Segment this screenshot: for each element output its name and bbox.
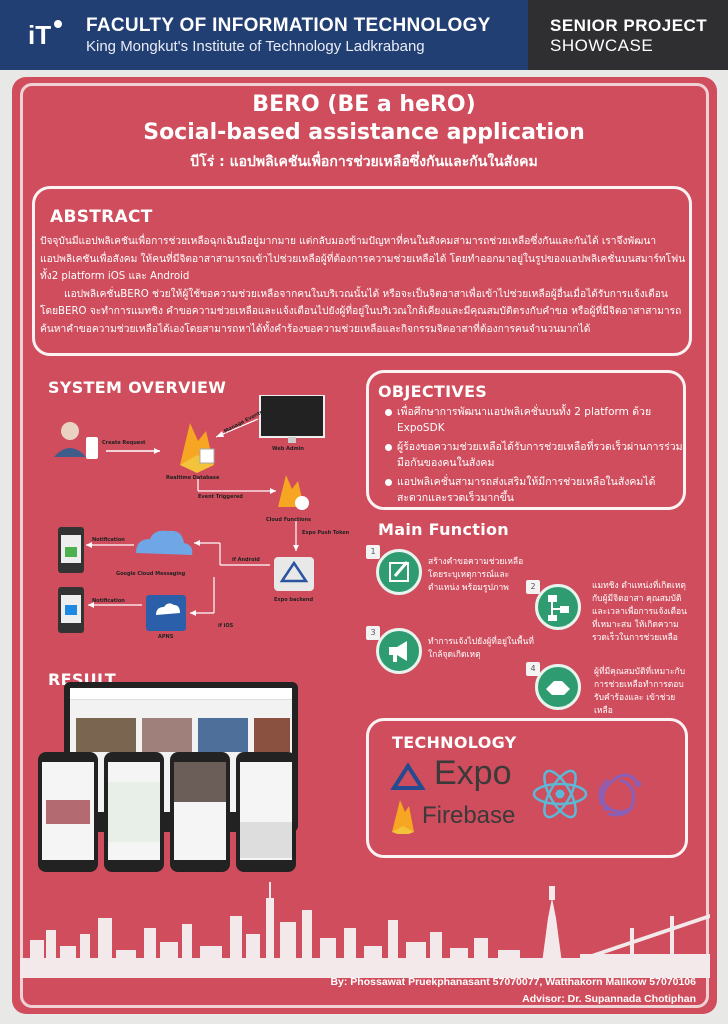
function-text-3: ทำการแจ้งไปยังผู้ที่อยู่ในพื้นที่ใกล้จุด… [428, 637, 534, 660]
it-logo: iT [26, 14, 72, 56]
flowchart-icon [535, 584, 581, 630]
result-screenshots [34, 680, 334, 875]
objectives-list: เพื่อศึกษาการพัฒนาแอปพลิเคชั่นบนทั้ง 2 p… [383, 404, 683, 509]
label-expo-push: Expo Push Token [302, 530, 350, 536]
label-if-android: if Android [232, 557, 260, 563]
label-expo-backend: Expo backend [274, 597, 314, 603]
abstract-body: ปัจจุบันมีแอปพลิเคชันเพื่อการช่วยเหลือฉุ… [40, 233, 690, 338]
project-subtitle: Social-based assistance application [143, 120, 585, 145]
phone-screen-4 [236, 752, 296, 872]
objectives-heading: OBJECTIVES [378, 382, 488, 401]
showcase-line1: SENIOR PROJECT [550, 16, 708, 35]
objective-item: เพื่อศึกษาการพัฒนาแอปพลิเคชั่นบนทั้ง 2 p… [383, 404, 683, 436]
expo-logo: Expo [390, 754, 520, 796]
function-number-3: 3 [366, 626, 380, 640]
main-function-heading: Main Function [378, 520, 509, 539]
system-diagram: Create Request Realtime Database Web Adm… [40, 394, 360, 645]
function-number-1: 1 [366, 545, 380, 559]
label-web-admin: Web Admin [272, 446, 304, 452]
label-notification-1: Notification [92, 537, 125, 543]
label-if-ios: if iOS [218, 623, 234, 629]
react-icon [530, 766, 590, 822]
abstract-heading: ABSTRACT [50, 207, 153, 227]
city-skyline [20, 858, 710, 978]
showcase-line2: SHOWCASE [550, 36, 654, 55]
phone-screen-2 [104, 752, 164, 872]
showcase-banner: SENIOR PROJECT SHOWCASE [528, 0, 728, 70]
technology-heading: TECHNOLOGY [392, 733, 517, 752]
edit-icon [376, 549, 422, 595]
phone-screen-1 [38, 752, 98, 872]
handshake-icon [535, 664, 581, 710]
phone-screen-3 [170, 752, 230, 872]
project-title: BERO (BE a heRO) [252, 92, 476, 117]
faculty-name: FACULTY OF INFORMATION TECHNOLOGY [86, 15, 491, 36]
megaphone-icon [376, 628, 422, 674]
firebase-logo: Firebase [390, 798, 530, 838]
advisor: Advisor: Dr. Supannada Chotiphan [522, 993, 696, 1005]
firebase-label: Firebase [422, 802, 516, 829]
label-event-triggered: Event Triggered [198, 494, 243, 500]
label-create-request: Create Request [102, 440, 146, 446]
faculty-banner: iT FACULTY OF INFORMATION TECHNOLOGY Kin… [0, 0, 528, 70]
authors: By: Phossawat Pruekphanasant 57070077, W… [330, 976, 696, 988]
label-realtime-db: Realtime Database [166, 475, 220, 481]
abstract-para2: แอปพลิเคชั่นBERO ช่วยให้ผู้ใช้ขอความช่วย… [40, 288, 682, 335]
objective-item: ผู้ร้องขอความช่วยเหลือได้รับการช่วยเหลือ… [383, 439, 683, 471]
label-cloud-functions: Cloud Functions [266, 517, 312, 523]
expo-label: Expo [434, 754, 512, 792]
redux-icon [590, 768, 646, 822]
label-apns: APNS [158, 634, 174, 640]
abstract-para1: ปัจจุบันมีแอปพลิเคชันเพื่อการช่วยเหลือฉุ… [40, 236, 686, 282]
objective-item: แอปพลิเคชั่นสามารถส่งเสริมให้มีการช่วยเห… [383, 474, 683, 506]
label-notification-2: Notification [92, 598, 125, 604]
institute-name: King Mongkut's Institute of Technology L… [86, 38, 425, 55]
logo-text: iT [28, 20, 51, 50]
label-gcm: Google Cloud Messaging [116, 571, 186, 577]
function-text-2: แมทชิง ตำแหน่งที่เกิดเหตุกับผู้มีจิตอาสา… [592, 581, 687, 643]
project-thai-title: บีโร่ : แอปพลิเคชันเพื่อการช่วยเหลือซึ่ง… [190, 154, 538, 170]
function-text-4: ผู้ที่มีคุณสมบัติที่เหมาะกับการช่วยเหลือ… [594, 667, 686, 716]
header-bar: iT FACULTY OF INFORMATION TECHNOLOGY Kin… [0, 0, 728, 70]
function-text-1: สร้างคำขอความช่วยเหลือ โดยระบุเหตุการณ์แ… [428, 557, 524, 593]
